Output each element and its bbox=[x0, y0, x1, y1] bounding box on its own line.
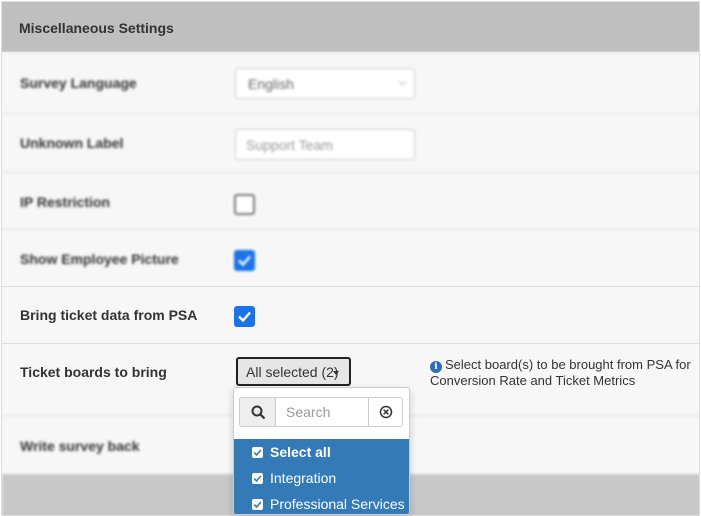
ticket-boards-label: Ticket boards to bring bbox=[20, 364, 167, 380]
chevron-down-icon: ⌵ bbox=[398, 77, 406, 88]
option-select-all[interactable]: Select all bbox=[234, 439, 409, 465]
unknown-label-label: Unknown Label bbox=[20, 135, 124, 151]
survey-language-value: English bbox=[248, 76, 294, 92]
search-addon bbox=[239, 397, 276, 427]
option-label: Professional Services bbox=[270, 496, 405, 512]
row-unknown-label: Unknown Label Support Team bbox=[2, 113, 699, 172]
show-employee-picture-label: Show Employee Picture bbox=[20, 251, 179, 267]
clear-circle-icon bbox=[379, 405, 393, 419]
option-label: Select all bbox=[270, 444, 331, 460]
option-integration[interactable]: Integration bbox=[234, 465, 409, 491]
row-bring-ticket-data: Bring ticket data from PSA bbox=[2, 286, 699, 343]
checkbox-checked-icon bbox=[252, 447, 263, 458]
survey-language-select[interactable]: English ⌵ bbox=[235, 68, 415, 99]
survey-language-label: Survey Language bbox=[20, 75, 137, 91]
checkbox-checked-icon bbox=[252, 473, 263, 484]
dropdown-search: Search bbox=[239, 397, 403, 427]
ticket-boards-help-text: Select board(s) to be brought from PSA f… bbox=[430, 357, 691, 388]
row-survey-language: Survey Language English ⌵ bbox=[2, 52, 699, 113]
ip-restriction-label: IP Restriction bbox=[20, 194, 110, 210]
option-professional-services[interactable]: Professional Services bbox=[234, 491, 409, 514]
checkbox-checked-icon bbox=[252, 499, 263, 510]
ticket-boards-help: i Select board(s) to be brought from PSA … bbox=[430, 357, 695, 389]
ip-restriction-checkbox[interactable] bbox=[234, 194, 255, 215]
check-icon bbox=[238, 255, 251, 267]
check-icon bbox=[238, 311, 251, 323]
dropdown-options: Select all Integration Professional Serv… bbox=[234, 439, 409, 514]
search-placeholder: Search bbox=[286, 404, 331, 420]
info-icon: i bbox=[430, 361, 442, 373]
dropdown-search-input[interactable]: Search bbox=[275, 397, 369, 427]
clear-search-button[interactable] bbox=[368, 397, 403, 427]
ticket-boards-multiselect-button[interactable]: All selected (2) bbox=[236, 357, 351, 386]
panel-title: Miscellaneous Settings bbox=[19, 20, 174, 36]
row-ip-restriction: IP Restriction bbox=[2, 172, 699, 229]
caret-down-icon bbox=[333, 371, 339, 375]
unknown-label-value: Support Team bbox=[246, 137, 333, 153]
row-show-employee-picture: Show Employee Picture bbox=[2, 229, 699, 286]
show-employee-picture-checkbox[interactable] bbox=[234, 250, 255, 271]
bring-ticket-data-checkbox[interactable] bbox=[234, 306, 255, 327]
bring-ticket-data-label: Bring ticket data from PSA bbox=[20, 307, 198, 323]
ticket-boards-selection-text: All selected (2) bbox=[246, 364, 339, 380]
option-label: Integration bbox=[270, 470, 337, 486]
panel-header: Miscellaneous Settings bbox=[2, 2, 699, 52]
search-icon bbox=[251, 405, 266, 420]
ticket-boards-dropdown: Search Select all Integration Profession… bbox=[233, 387, 410, 515]
write-survey-back-label: Write survey back bbox=[20, 438, 140, 454]
unknown-label-input[interactable]: Support Team bbox=[235, 129, 415, 160]
